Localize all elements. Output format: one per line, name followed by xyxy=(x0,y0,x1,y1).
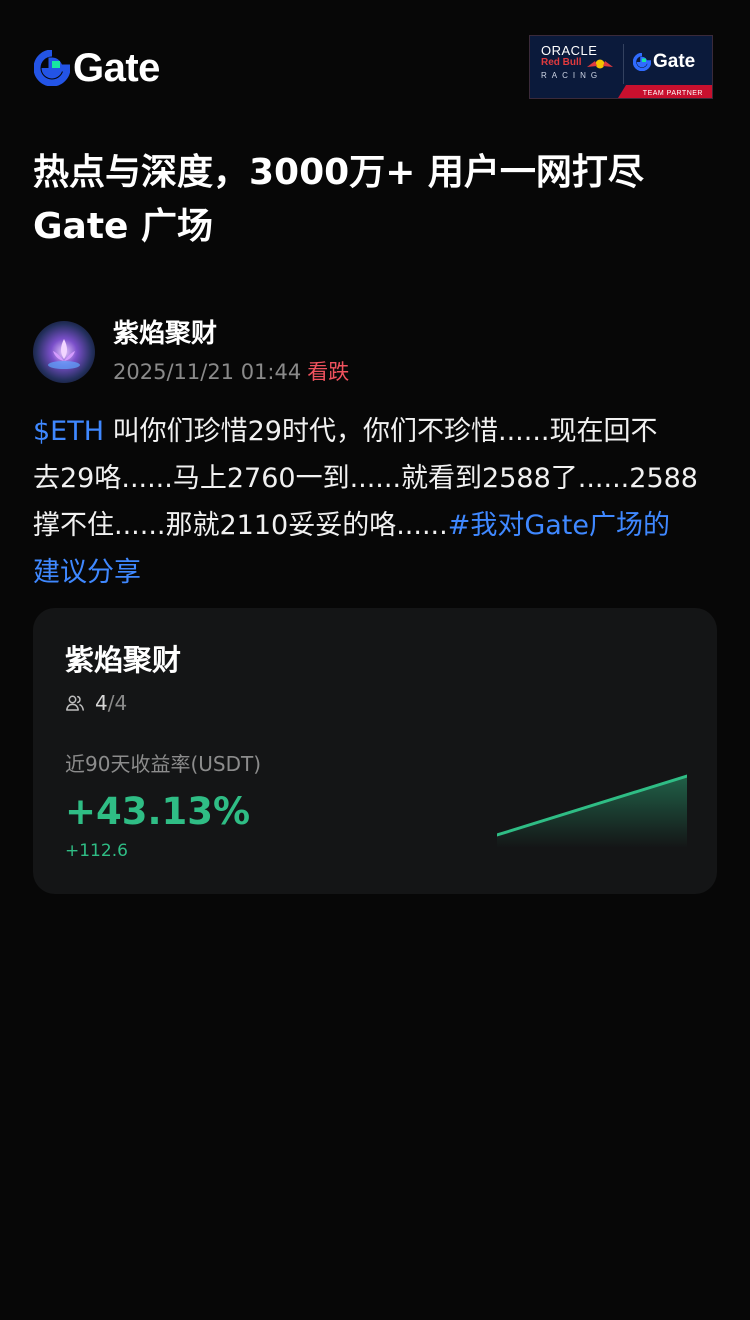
red-bull-wordmark: Red Bull xyxy=(541,57,582,68)
sentiment-badge: 看跌 xyxy=(307,360,350,384)
post-timestamp: 2025/11/21 01:44 xyxy=(113,360,302,384)
hashtag-link[interactable]: #我对Gate广场的 xyxy=(448,510,670,541)
card-trader-name: 紫焰聚财 xyxy=(65,643,182,677)
team-partner-badge: ORACLE Red Bull RACING Gate TEAM PARTNER xyxy=(529,35,713,99)
post-meta: 2025/11/21 01:44 看跌 xyxy=(113,357,349,387)
author-avatar[interactable] xyxy=(33,321,95,383)
return-percentage: +43.13% xyxy=(65,790,251,833)
return-amount: +112.6 xyxy=(65,841,128,861)
headline-line-2: Gate 广场 xyxy=(33,206,214,247)
author-name[interactable]: 紫焰聚财 xyxy=(113,316,217,352)
post-body-line-1: $ETH 叫你们珍惜29时代，你们不珍惜......现在回不 xyxy=(33,408,723,455)
badge-divider xyxy=(623,44,624,84)
post-text: 撑不住......那就2110妥妥的咯...... xyxy=(33,510,448,541)
members-total: /4 xyxy=(107,691,128,715)
red-bull-emblem-icon xyxy=(586,56,614,70)
return-sparkline xyxy=(497,774,687,848)
card-members: 4/4 xyxy=(65,688,127,718)
people-icon xyxy=(66,695,84,711)
gate-logo-text: Gate xyxy=(73,46,160,90)
gate-logo: Gate xyxy=(33,46,160,90)
post-body-line-3: 撑不住......那就2110妥妥的咯......#我对Gate广场的 xyxy=(33,502,723,549)
badge-gate-text: Gate xyxy=(653,51,696,72)
return-label: 近90天收益率(USDT) xyxy=(65,752,262,776)
team-partner-label: TEAM PARTNER xyxy=(642,90,703,97)
badge-gate-logo: Gate xyxy=(633,51,695,73)
badge-gate-icon xyxy=(633,53,651,71)
members-current: 4 xyxy=(95,691,108,715)
post-text: 叫你们珍惜29时代，你们不珍惜......现在回不 xyxy=(104,416,658,447)
copy-trading-card[interactable]: 紫焰聚财 4/4 近90天收益率(USDT) +43.13% +112.6 xyxy=(33,608,717,894)
hashtag-link-continued[interactable]: 建议分享 xyxy=(33,557,141,588)
post-body: $ETH 叫你们珍惜29时代，你们不珍惜......现在回不 去29咯.....… xyxy=(33,408,723,596)
headline-line-1: 热点与深度，3000万+ 用户一网打尽 xyxy=(33,152,644,193)
sparkline-area xyxy=(497,776,687,848)
page-headline: 热点与深度，3000万+ 用户一网打尽 Gate 广场 xyxy=(33,146,723,254)
team-partner-strip: TEAM PARTNER xyxy=(618,85,712,98)
racing-wordmark: RACING xyxy=(541,71,603,80)
eth-ticker-link[interactable]: $ETH xyxy=(33,416,104,447)
post-body-line-4: 建议分享 xyxy=(33,549,723,596)
gate-logo-icon xyxy=(33,49,71,87)
post-body-line-2: 去29咯......马上2760一到......就看到2588了......25… xyxy=(33,463,698,494)
